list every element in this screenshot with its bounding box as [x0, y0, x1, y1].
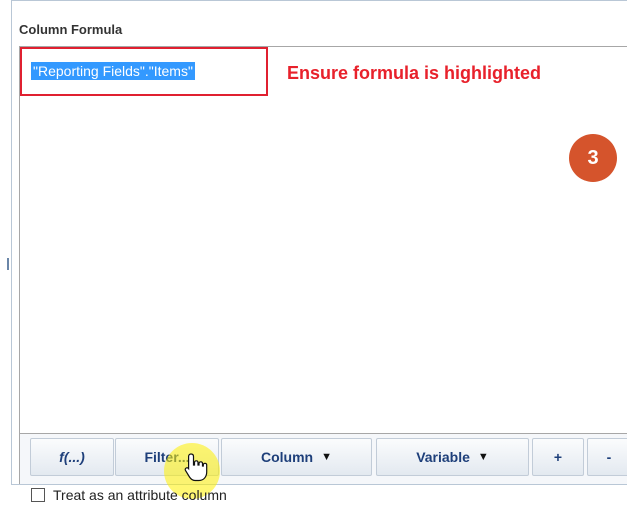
variable-button-label: Variable	[416, 449, 470, 465]
hand-pointer-icon	[184, 453, 208, 482]
column-button[interactable]: Column ▼	[221, 438, 372, 476]
minus-button-label: -	[606, 449, 612, 465]
minus-button[interactable]: -	[587, 438, 627, 476]
caret-down-icon: ▼	[477, 451, 489, 463]
variable-button[interactable]: Variable ▼	[376, 438, 529, 476]
splitter-handle[interactable]	[7, 258, 13, 270]
step-number: 3	[587, 146, 599, 169]
column-button-label: Column	[261, 449, 314, 465]
function-button[interactable]: f(...)	[30, 438, 114, 476]
caret-down-icon: ▼	[321, 451, 332, 463]
attribute-column-option[interactable]: Treat as an attribute column	[31, 487, 227, 503]
panel-title: Column Formula	[19, 22, 123, 37]
formula-toolbar: f(...) Filter... Column ▼ Variable ▼ + -	[19, 434, 627, 484]
function-button-label: f(...)	[59, 449, 85, 465]
step-badge: 3	[569, 134, 617, 182]
attribute-column-checkbox[interactable]	[31, 488, 45, 502]
formula-editor[interactable]	[19, 46, 627, 434]
plus-button[interactable]: +	[532, 438, 584, 476]
attribute-column-label: Treat as an attribute column	[53, 487, 227, 503]
plus-button-label: +	[553, 449, 563, 465]
annotation-callout: Ensure formula is highlighted	[287, 63, 542, 83]
formula-selection[interactable]: "Reporting Fields"."Items"	[31, 62, 195, 80]
